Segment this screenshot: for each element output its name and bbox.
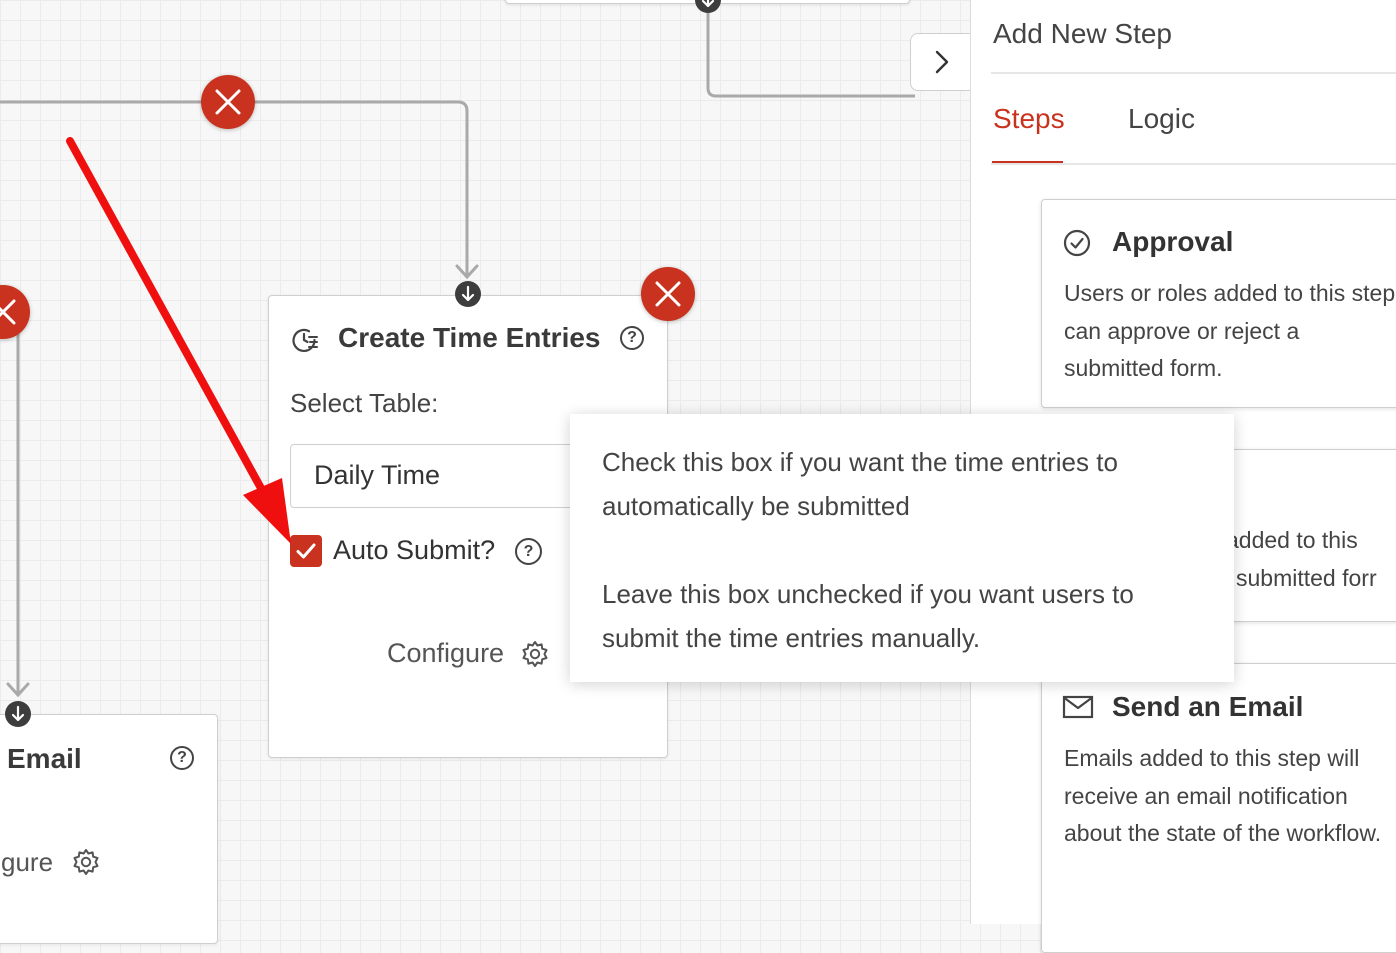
email-node-title: Email (7, 743, 82, 774)
step-card-description-line: added to this (1226, 527, 1358, 553)
step-card-description: Emails added to this step will receive a… (1064, 745, 1382, 846)
auto-submit-tooltip: Check this box if you want the time entr… (570, 414, 1234, 682)
envelope-icon (1062, 695, 1094, 719)
select-table-value: Daily Time (314, 460, 441, 490)
step-card-send-email[interactable]: Send an Email Emails added to this step … (1041, 663, 1396, 953)
step-card-title: Send an Email (1112, 691, 1304, 722)
checkmark-icon (296, 543, 316, 559)
top-node-output-port[interactable] (695, 0, 721, 13)
question-circle-icon[interactable]: ? (170, 746, 194, 770)
tabs-divider (991, 163, 1396, 165)
question-circle-icon[interactable]: ? (620, 326, 644, 350)
auto-submit-label[interactable]: Auto Submit? (333, 535, 495, 566)
time-node-title: Create Time Entries (338, 322, 601, 353)
delete-left-node-button[interactable] (0, 285, 30, 339)
panel-title: Add New Step (993, 18, 1172, 49)
tooltip-text-unchecked: Leave this box unchecked if you want use… (602, 579, 1134, 653)
check-circle-icon (1063, 229, 1091, 257)
auto-submit-checkbox[interactable] (290, 535, 322, 567)
chevron-right-icon (935, 50, 949, 74)
step-card-title: Approval (1112, 226, 1234, 257)
panel-title-divider (991, 72, 1396, 74)
gear-icon[interactable] (71, 847, 101, 877)
gear-icon[interactable] (520, 639, 550, 669)
close-icon (215, 89, 241, 115)
clock-list-icon (292, 328, 318, 352)
email-node-configure-label[interactable]: gure (1, 847, 53, 878)
tab-steps[interactable]: Steps (993, 103, 1065, 135)
question-circle-icon[interactable]: ? (515, 538, 542, 565)
email-node-input-port[interactable] (5, 701, 31, 727)
step-card-approval[interactable]: Approval Users or roles added to this st… (1041, 199, 1396, 408)
delete-connection-button[interactable] (201, 75, 255, 129)
configure-label[interactable]: Configure (387, 638, 504, 669)
panel-collapse-button[interactable] (910, 33, 976, 91)
close-icon (0, 299, 16, 325)
step-card-description: Users or roles added to this step can ap… (1064, 280, 1396, 381)
time-node-input-port[interactable] (455, 281, 481, 307)
close-icon (655, 281, 681, 307)
select-table-label: Select Table: (290, 388, 439, 418)
delete-time-node-button[interactable] (641, 267, 695, 321)
tooltip-text-checked: Check this box if you want the time entr… (602, 447, 1118, 521)
tab-logic[interactable]: Logic (1128, 103, 1195, 135)
step-card-description-line: submitted forr (1236, 565, 1377, 591)
email-step-node[interactable]: Email ? gure (0, 714, 218, 944)
